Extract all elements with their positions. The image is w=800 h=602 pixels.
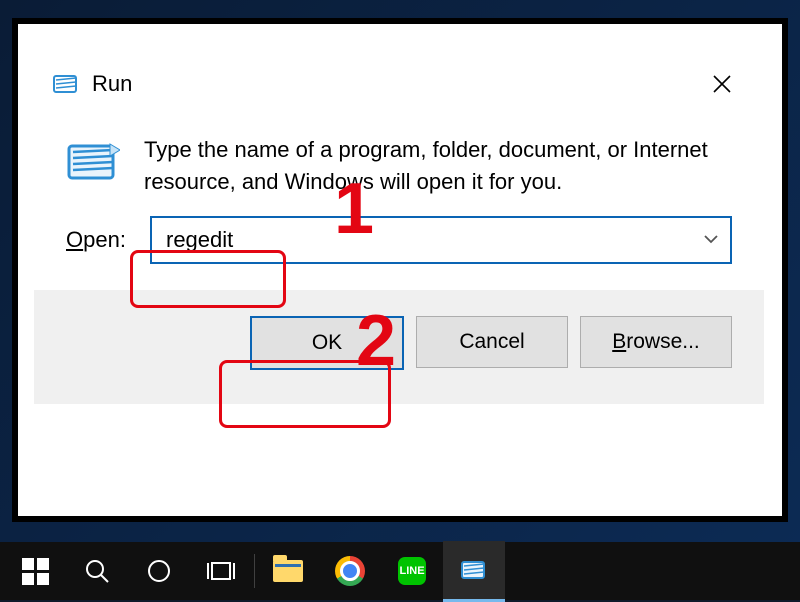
start-button[interactable] <box>4 542 66 600</box>
run-dialog: Run Type the name of a program, folder, … <box>34 56 764 404</box>
chevron-down-icon[interactable] <box>702 230 720 248</box>
line-icon: LINE <box>398 557 426 585</box>
dialog-title: Run <box>92 71 702 97</box>
taskview-icon <box>206 560 236 582</box>
cancel-label: Cancel <box>459 330 524 354</box>
ok-button[interactable]: OK <box>250 316 404 370</box>
folder-icon <box>273 560 303 582</box>
dialog-body: Type the name of a program, folder, docu… <box>34 112 764 206</box>
taskbar-file-explorer[interactable] <box>257 542 319 600</box>
taskbar: LINE <box>0 542 800 600</box>
ok-label: OK <box>312 331 342 355</box>
taskbar-cortana-button[interactable] <box>128 542 190 600</box>
open-row: Open: regedit <box>34 206 764 290</box>
button-row: OK Cancel Browse... <box>34 290 764 404</box>
chrome-icon <box>335 556 365 586</box>
open-input-value: regedit <box>166 227 233 253</box>
close-button[interactable] <box>702 64 742 104</box>
windows-logo-icon <box>22 558 49 585</box>
cortana-icon <box>146 558 172 584</box>
desktop-background: Run Type the name of a program, folder, … <box>0 0 800 600</box>
taskbar-run-app[interactable] <box>443 541 505 602</box>
taskbar-search-button[interactable] <box>66 542 128 600</box>
instruction-text: Type the name of a program, folder, docu… <box>144 134 732 198</box>
taskbar-chrome[interactable] <box>319 542 381 600</box>
open-combobox[interactable]: regedit <box>150 216 732 264</box>
run-taskbar-icon <box>460 559 488 581</box>
run-body-icon <box>66 140 120 194</box>
run-title-icon <box>52 70 80 98</box>
screenshot-frame: Run Type the name of a program, folder, … <box>12 18 788 522</box>
search-icon <box>84 558 110 584</box>
cancel-button[interactable]: Cancel <box>416 316 568 368</box>
browse-button[interactable]: Browse... <box>580 316 732 368</box>
titlebar: Run <box>34 56 764 112</box>
open-label: Open: <box>66 227 150 253</box>
taskbar-line-app[interactable]: LINE <box>381 542 443 600</box>
taskbar-separator <box>254 554 255 588</box>
taskbar-taskview-button[interactable] <box>190 542 252 600</box>
